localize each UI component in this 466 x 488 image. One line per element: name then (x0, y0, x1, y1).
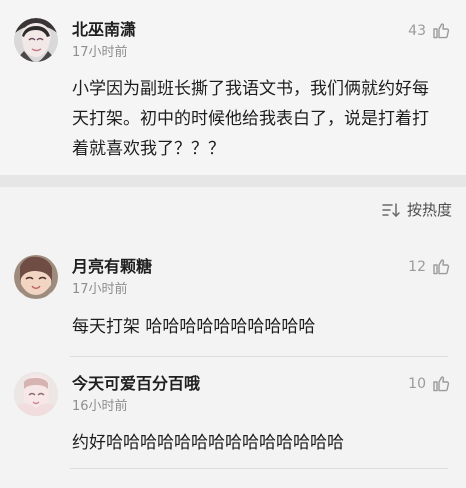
username[interactable]: 今天可爱百分百哦 (72, 374, 200, 394)
like-count: 43 (408, 23, 426, 39)
avatar[interactable] (14, 372, 58, 416)
like-button[interactable]: 12 (408, 258, 450, 276)
timestamp: 17小时前 (72, 45, 128, 60)
like-count: 12 (408, 259, 426, 275)
comment-content: 小学因为副班长撕了我语文书，我们俩就约好每天打架。初中的时候他给我表白了，说是打… (72, 79, 429, 159)
section-separator (0, 175, 466, 187)
thumb-up-icon[interactable] (432, 375, 450, 393)
like-count: 10 (408, 376, 426, 392)
username[interactable]: 北巫南潇 (72, 20, 136, 40)
sort-icon (381, 201, 401, 219)
avatar[interactable] (14, 255, 58, 299)
comment-item: 月亮有颗糖 17小时前 12 每天打架 哈哈哈哈哈哈哈哈哈哈 (0, 240, 466, 356)
timestamp: 16小时前 (72, 399, 128, 414)
timestamp: 17小时前 (72, 282, 128, 297)
avatar[interactable] (14, 18, 58, 62)
like-button[interactable]: 10 (408, 375, 450, 393)
comment-divider (70, 468, 448, 469)
thumb-up-icon[interactable] (432, 258, 450, 276)
user-avatar-icon (14, 18, 58, 62)
user-avatar-icon (14, 372, 58, 416)
sort-label: 按热度 (406, 201, 452, 219)
username[interactable]: 月亮有颗糖 (72, 257, 152, 277)
sort-button[interactable]: 按热度 (381, 201, 452, 219)
sort-bar: 按热度 (0, 187, 466, 233)
comment-content: 每天打架 哈哈哈哈哈哈哈哈哈哈 (72, 317, 316, 337)
thumb-up-icon[interactable] (432, 22, 450, 40)
user-avatar-icon (14, 255, 58, 299)
like-button[interactable]: 43 (408, 22, 450, 40)
comment-content: 约好哈哈哈哈哈哈哈哈哈哈哈哈哈哈 (72, 433, 344, 453)
top-comment-card: 北巫南潇 17小时前 43 小学因为副班长撕了我语文书，我们俩就约好每天打架。初… (0, 0, 466, 175)
